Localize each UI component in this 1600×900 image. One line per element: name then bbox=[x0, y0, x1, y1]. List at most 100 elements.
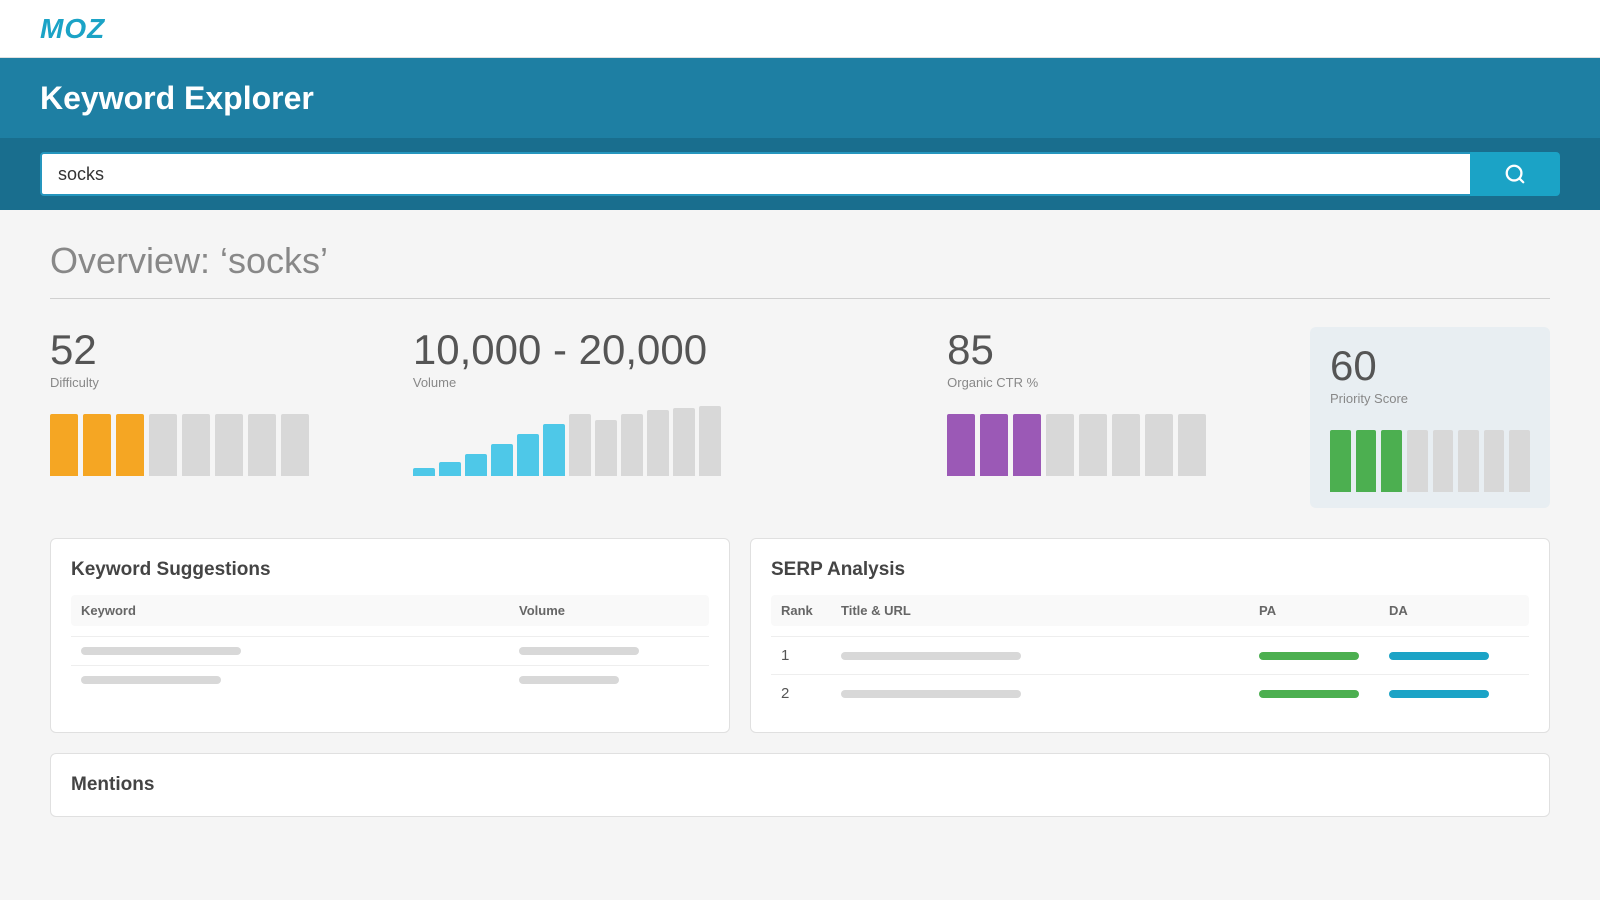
bar bbox=[465, 454, 487, 476]
da-bar bbox=[1389, 652, 1489, 660]
bar bbox=[543, 424, 565, 476]
keyword-suggestions-table-header: Keyword Volume bbox=[71, 595, 709, 626]
cards-row: Keyword Suggestions Keyword Volume bbox=[50, 538, 1550, 733]
col-rank: Rank bbox=[781, 603, 841, 618]
bar bbox=[1112, 414, 1140, 476]
bar bbox=[1509, 430, 1530, 492]
bar bbox=[569, 414, 591, 476]
serp-url bbox=[841, 652, 1259, 660]
volume-placeholder bbox=[519, 647, 699, 655]
volume-label: Volume bbox=[413, 375, 927, 390]
table-row bbox=[71, 665, 709, 694]
difficulty-chart bbox=[50, 406, 393, 476]
bar bbox=[947, 414, 975, 476]
bar bbox=[1079, 414, 1107, 476]
keyword-placeholder bbox=[81, 676, 519, 684]
serp-row: 2 bbox=[771, 674, 1529, 712]
difficulty-label: Difficulty bbox=[50, 375, 393, 390]
bar bbox=[116, 414, 144, 476]
serp-analysis-card: SERP Analysis Rank Title & URL PA DA 1 bbox=[750, 538, 1550, 733]
page-title: Keyword Explorer bbox=[40, 80, 314, 117]
bar bbox=[281, 414, 309, 476]
mentions-title: Mentions bbox=[71, 774, 1529, 796]
serp-rank: 1 bbox=[781, 647, 841, 664]
bar bbox=[647, 410, 669, 476]
main-content: Overview: ‘socks’ 52 Difficulty 10,000 -… bbox=[0, 210, 1600, 900]
organic-ctr-label: Organic CTR % bbox=[947, 375, 1290, 390]
bar bbox=[413, 468, 435, 476]
divider bbox=[50, 298, 1550, 299]
placeholder-bar bbox=[519, 647, 639, 655]
bar bbox=[182, 414, 210, 476]
mentions-card: Mentions bbox=[50, 753, 1550, 817]
bar bbox=[1145, 414, 1173, 476]
search-button[interactable] bbox=[1470, 152, 1560, 196]
bar bbox=[491, 444, 513, 476]
moz-logo: MOZ bbox=[40, 13, 105, 45]
bar bbox=[621, 414, 643, 476]
priority-score-value: 60 bbox=[1330, 343, 1530, 389]
col-keyword: Keyword bbox=[81, 603, 519, 618]
bar bbox=[1178, 414, 1206, 476]
bar bbox=[1458, 430, 1479, 492]
bar bbox=[50, 414, 78, 476]
organic-ctr-chart bbox=[947, 406, 1290, 476]
col-title-url: Title & URL bbox=[841, 603, 1259, 618]
col-pa: PA bbox=[1259, 603, 1389, 618]
placeholder-bar bbox=[841, 652, 1021, 660]
bar bbox=[517, 434, 539, 476]
bar bbox=[673, 408, 695, 476]
bar bbox=[1046, 414, 1074, 476]
serp-pa bbox=[1259, 652, 1389, 660]
serp-da bbox=[1389, 652, 1519, 660]
search-bar-area: socks bbox=[0, 138, 1600, 210]
bar bbox=[149, 414, 177, 476]
bar bbox=[1407, 430, 1428, 492]
volume-value: 10,000 - 20,000 bbox=[413, 327, 927, 373]
serp-rank: 2 bbox=[781, 685, 841, 702]
serp-url bbox=[841, 690, 1259, 698]
placeholder-bar bbox=[81, 676, 221, 684]
bar bbox=[595, 420, 617, 476]
bar bbox=[1381, 430, 1402, 492]
serp-da bbox=[1389, 690, 1519, 698]
serp-table-header: Rank Title & URL PA DA bbox=[771, 595, 1529, 626]
search-icon bbox=[1504, 163, 1526, 185]
keyword-suggestions-card: Keyword Suggestions Keyword Volume bbox=[50, 538, 730, 733]
serp-analysis-title: SERP Analysis bbox=[771, 559, 1529, 581]
bar bbox=[980, 414, 1008, 476]
search-input[interactable]: socks bbox=[40, 152, 1470, 196]
overview-title: Overview: ‘socks’ bbox=[50, 240, 1550, 282]
difficulty-block: 52 Difficulty bbox=[50, 327, 413, 476]
bar bbox=[248, 414, 276, 476]
volume-chart bbox=[413, 406, 927, 476]
metrics-row: 52 Difficulty 10,000 - 20,000 Volume bbox=[50, 327, 1550, 508]
volume-block: 10,000 - 20,000 Volume bbox=[413, 327, 947, 476]
col-volume: Volume bbox=[519, 603, 699, 618]
top-bar: MOZ bbox=[0, 0, 1600, 58]
keyword-placeholder bbox=[81, 647, 519, 655]
table-row bbox=[71, 636, 709, 665]
bar bbox=[1330, 430, 1351, 492]
difficulty-value: 52 bbox=[50, 327, 393, 373]
col-da: DA bbox=[1389, 603, 1519, 618]
priority-score-label: Priority Score bbox=[1330, 391, 1530, 406]
bar bbox=[83, 414, 111, 476]
bar bbox=[1433, 430, 1454, 492]
bar bbox=[215, 414, 243, 476]
serp-pa bbox=[1259, 690, 1389, 698]
placeholder-bar bbox=[81, 647, 241, 655]
bar bbox=[439, 462, 461, 476]
priority-score-block: 60 Priority Score bbox=[1310, 327, 1550, 508]
placeholder-bar bbox=[519, 676, 619, 684]
header-bar: Keyword Explorer bbox=[0, 58, 1600, 138]
bar bbox=[1013, 414, 1041, 476]
placeholder-bar bbox=[841, 690, 1021, 698]
organic-ctr-block: 85 Organic CTR % bbox=[947, 327, 1310, 476]
bar bbox=[1356, 430, 1377, 492]
bar bbox=[699, 406, 721, 476]
serp-row: 1 bbox=[771, 636, 1529, 674]
pa-bar bbox=[1259, 690, 1359, 698]
da-bar bbox=[1389, 690, 1489, 698]
pa-bar bbox=[1259, 652, 1359, 660]
